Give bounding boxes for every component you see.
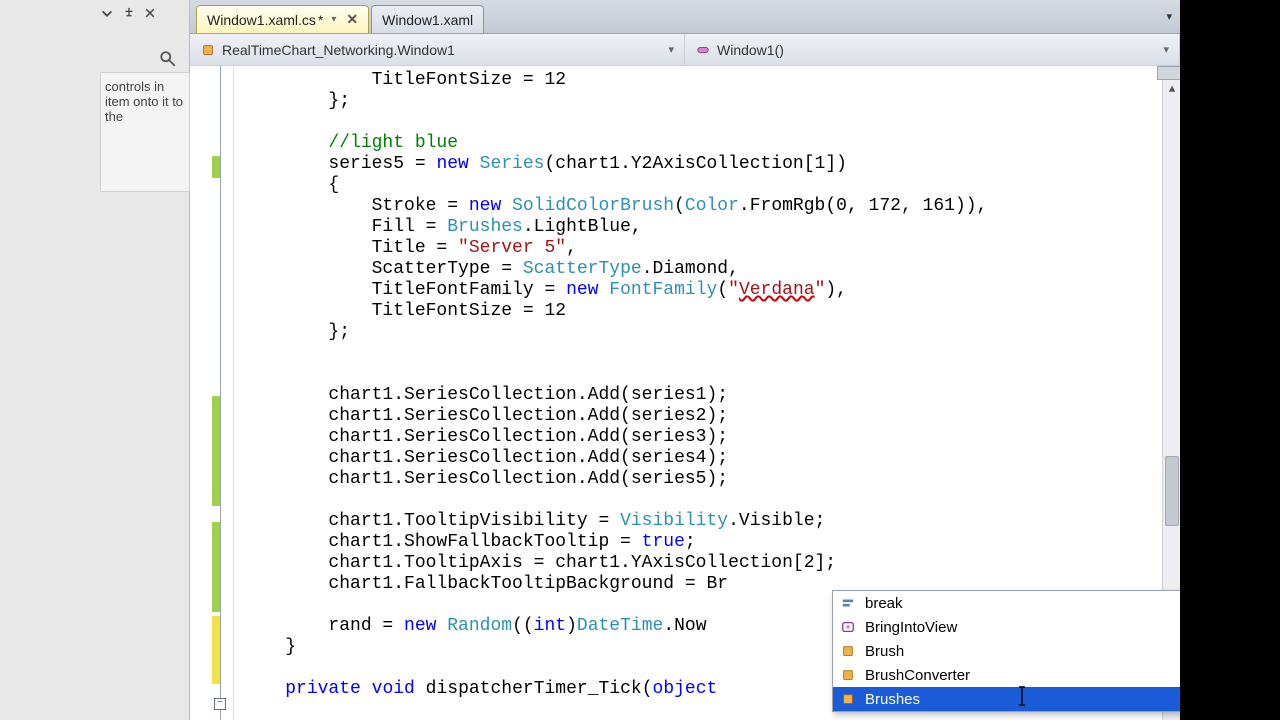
class-icon [839,642,857,660]
intellisense-item-label: Brushes [865,691,920,708]
text-cursor-icon [1015,685,1029,707]
tab-label: Window1.xaml.cs [207,12,316,28]
search-icon[interactable] [150,45,186,73]
chevron-down-icon[interactable] [100,7,118,25]
editor-main: Window1.xaml.cs* ▾ ✕ Window1.xaml ▾ Real… [190,0,1180,720]
document-tabs: Window1.xaml.cs* ▾ ✕ Window1.xaml ▾ [190,0,1180,34]
code-editor[interactable]: − TitleFontSize = 12 }; //light blue ser… [190,66,1180,720]
intellisense-item-label: Brush [865,643,904,660]
change-indicator [212,396,220,506]
member-selector[interactable]: Window1() ▾ [685,34,1180,65]
fold-toggle[interactable]: − [214,698,226,710]
class-selector-label: RealTimeChart_Networking.Window1 [222,42,455,58]
editor-gutter: − [190,66,234,720]
method-icon [695,42,711,58]
close-icon[interactable]: ✕ [346,11,358,28]
tab-window1-cs[interactable]: Window1.xaml.cs* ▾ ✕ [196,5,369,33]
class-selector[interactable]: RealTimeChart_Networking.Window1 ▾ [190,34,685,65]
tab-dirty-indicator: * [318,12,323,28]
intellisense-item-label: BringIntoView [865,619,957,636]
intellisense-item-label: BrushConverter [865,667,970,684]
outline-line [220,66,221,720]
chevron-down-icon: ▾ [668,43,674,56]
intellisense-item-break[interactable]: break [833,591,1211,615]
intellisense-item-brushconverter[interactable]: BrushConverter [833,663,1211,687]
tab-overflow-icon[interactable]: ▾ [1166,10,1172,23]
class-icon [200,42,216,58]
chevron-down-icon[interactable]: ▾ [331,14,336,25]
tab-label: Window1.xaml [382,12,473,28]
method-icon [839,618,857,636]
chevron-down-icon: ▾ [1163,43,1169,56]
keyword-icon [839,594,857,612]
right-void [1180,0,1280,720]
autohide-pin-icon[interactable] [122,7,140,25]
class-icon [839,666,857,684]
member-selector-label: Window1() [717,42,784,58]
intellisense-item-label: break [865,595,903,612]
scroll-up-icon[interactable]: ▲ [1163,84,1181,102]
toolbox-toolbar [100,7,162,25]
intellisense-item-bringintoview[interactable]: BringIntoView [833,615,1211,639]
tab-window1-xaml[interactable]: Window1.xaml [371,5,484,33]
change-indicator [212,156,220,178]
toolbox-panel: controls in item onto it to the [0,0,190,720]
intellisense-item-brush[interactable]: Brush [833,639,1211,663]
class-icon [839,690,857,708]
navigation-bar: RealTimeChart_Networking.Window1 ▾ Windo… [190,34,1180,66]
change-indicator [212,522,220,612]
close-icon[interactable] [144,7,162,25]
split-handle-icon[interactable] [1157,66,1181,80]
change-indicator [212,616,220,684]
intellisense-popup[interactable]: break BringIntoView Brush BrushConverter… [832,590,1212,712]
scroll-thumb[interactable] [1165,456,1179,526]
toolbox-help-text: controls in item onto it to the [100,72,190,192]
